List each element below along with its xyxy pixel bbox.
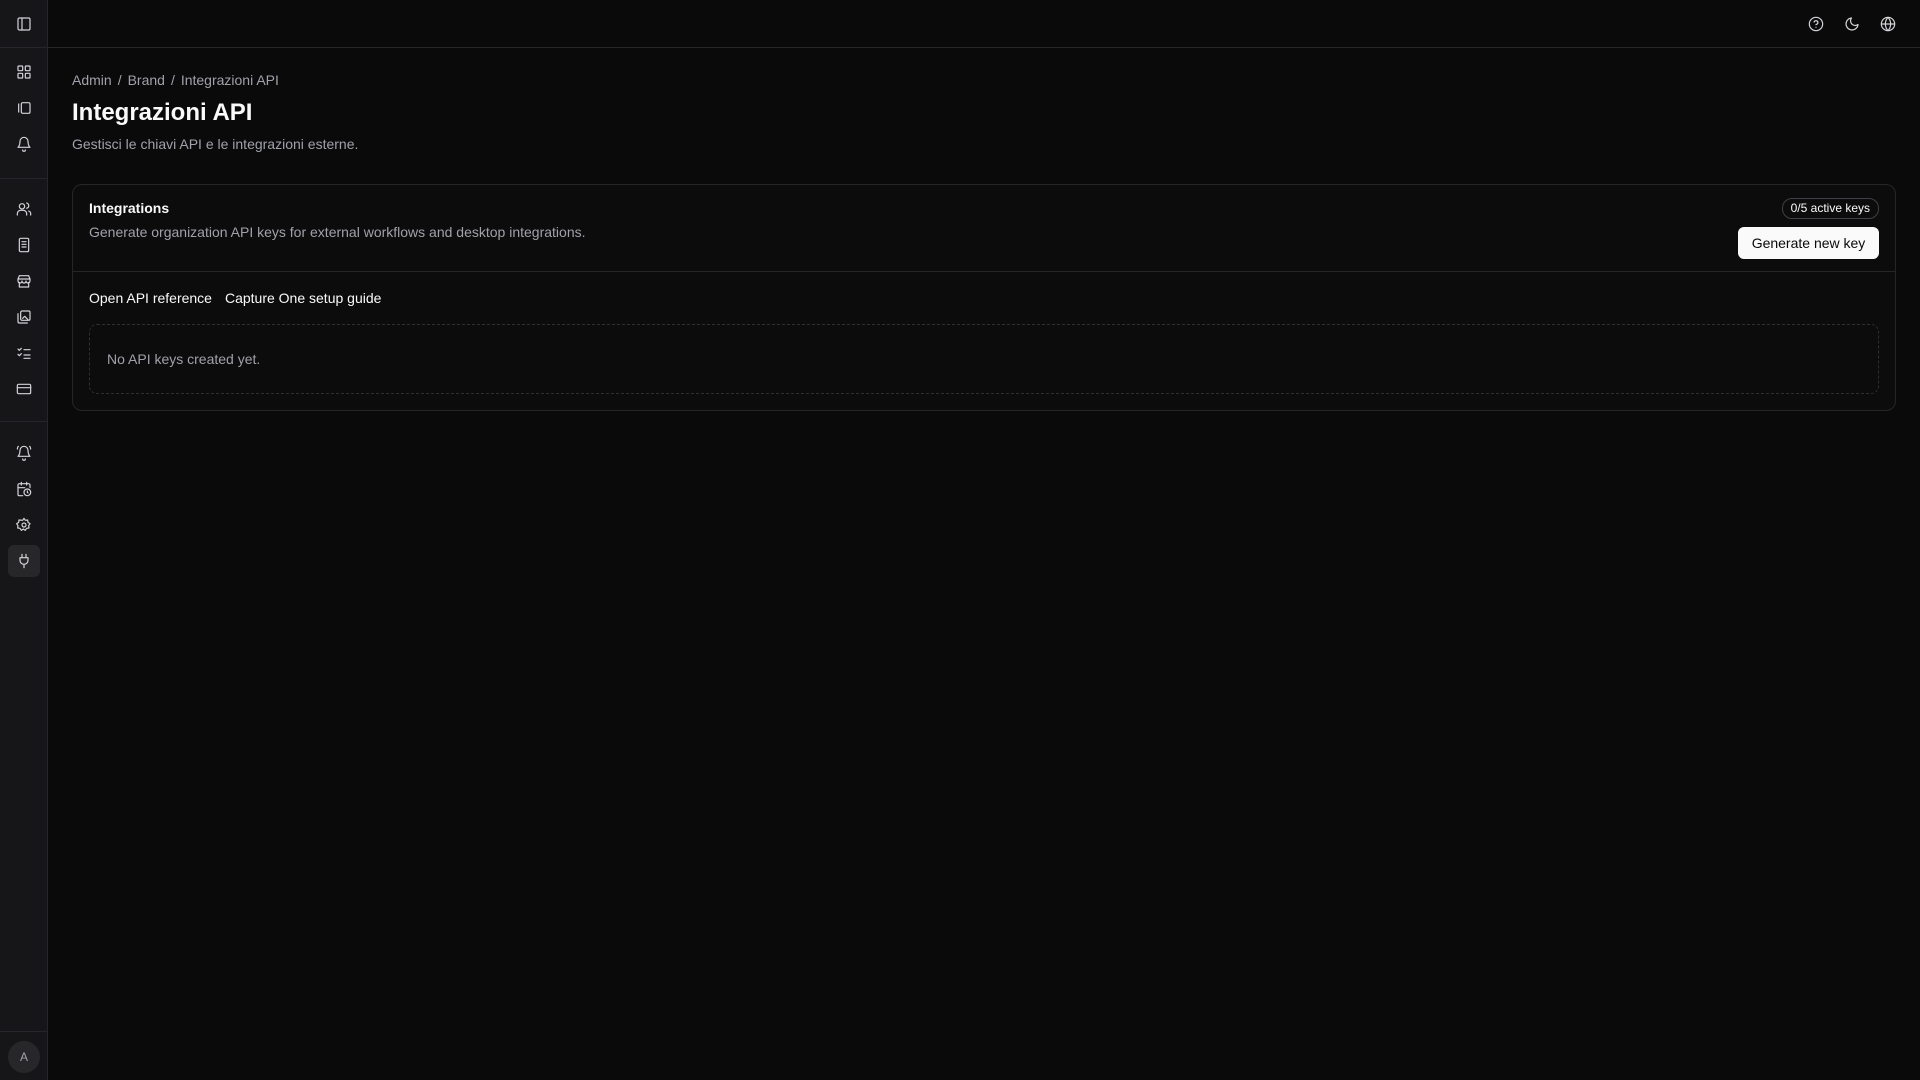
sidebar: A — [0, 0, 48, 1080]
breadcrumb-separator: / — [117, 72, 122, 88]
empty-state-text: No API keys created yet. — [107, 351, 261, 367]
active-keys-badge: 0/5 active keys — [1781, 198, 1879, 219]
integrations-card: Integrations Generate organization API k… — [72, 184, 1896, 411]
calendar-clock-icon[interactable] — [8, 473, 40, 505]
breadcrumb-brand[interactable]: Brand — [128, 72, 165, 92]
avatar[interactable]: A — [8, 1041, 40, 1073]
page-title: Integrazioni API — [72, 99, 253, 126]
store-icon[interactable] — [8, 265, 40, 297]
card-header: Integrations Generate organization API k… — [73, 185, 1895, 272]
moon-icon[interactable] — [1840, 12, 1864, 36]
images-icon[interactable] — [8, 301, 40, 333]
credit-card-icon[interactable] — [8, 373, 40, 405]
avatar-initial: A — [19, 1050, 28, 1064]
checklist-icon[interactable] — [8, 337, 40, 369]
globe-icon[interactable] — [1876, 12, 1900, 36]
breadcrumb-admin[interactable]: Admin — [72, 72, 112, 92]
generate-new-key-button[interactable]: Generate new key — [1738, 227, 1879, 259]
bell-alert-icon[interactable] — [8, 437, 40, 469]
page-description: Gestisci le chiavi API e le integrazioni… — [72, 136, 359, 152]
help-icon[interactable] — [1804, 12, 1828, 36]
breadcrumb-separator: / — [170, 72, 175, 88]
building-icon[interactable] — [8, 229, 40, 261]
empty-state: No API keys created yet. — [89, 324, 1879, 394]
card-links: Open API reference Capture One setup gui… — [89, 290, 381, 306]
dashboard-icon[interactable] — [8, 56, 40, 88]
topbar — [48, 0, 1920, 48]
breadcrumb: Admin / Brand / Integrazioni API — [72, 72, 1896, 92]
breadcrumb-current: Integrazioni API — [180, 72, 279, 88]
users-icon[interactable] — [8, 193, 40, 225]
open-api-reference-link[interactable]: Open API reference — [89, 290, 212, 306]
gallery-icon[interactable] — [8, 92, 40, 124]
notifications-icon[interactable] — [8, 128, 40, 160]
plug-icon[interactable] — [8, 545, 40, 577]
card-description: Generate organization API keys for exter… — [89, 224, 586, 240]
toggle-sidebar-icon[interactable] — [8, 8, 40, 40]
capture-one-setup-guide-link[interactable]: Capture One setup guide — [225, 290, 381, 306]
settings-icon[interactable] — [8, 509, 40, 541]
card-title: Integrations — [89, 200, 170, 216]
main-content: Admin / Brand / Integrazioni API Integra… — [72, 72, 1896, 411]
